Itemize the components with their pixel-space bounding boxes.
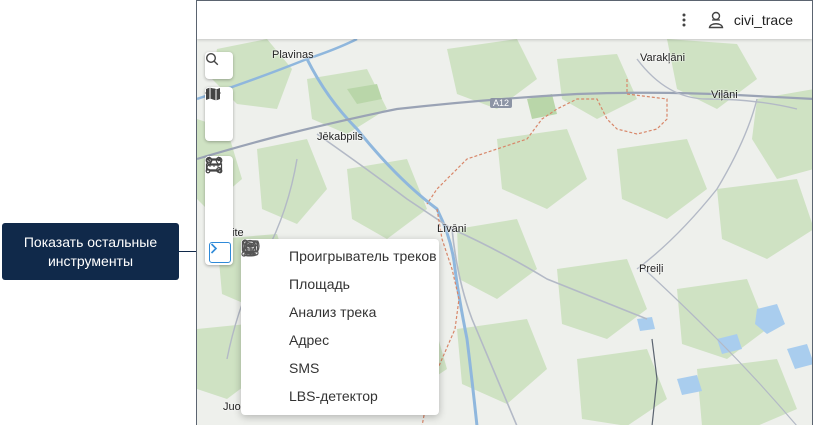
map-view[interactable]: Plavinas Varakļāni Viļāni Jēkabpils Līvā… (197, 39, 812, 425)
map-label-livani: Līvāni (437, 223, 467, 235)
show-more-tools-button[interactable] (209, 242, 231, 263)
app-window: civi_trace Plavinas Varakļāni Viļāni Jēk… (196, 0, 813, 425)
top-bar: civi_trace (197, 1, 812, 39)
map-label-jekabpils: Jēkabpils (317, 131, 363, 143)
sms-icon (241, 240, 271, 378)
menu-item-track-player[interactable]: Проигрыватель треков (241, 240, 439, 270)
menu-item-label: Анализ трека (289, 304, 377, 320)
search-button[interactable] (205, 52, 233, 79)
user-icon[interactable] (706, 10, 726, 30)
route-button[interactable] (205, 157, 233, 210)
menu-item-sms[interactable]: SMS (241, 240, 439, 382)
map-label-preili: Preiļi (639, 263, 664, 275)
menu-item-area[interactable]: Площадь (241, 239, 439, 298)
menu-item-lbs-detector[interactable]: LBS-детектор (241, 240, 439, 410)
search-tool-group (205, 52, 233, 79)
map-layers-button[interactable] (205, 87, 233, 141)
tooltip-callout: Показать остальные инструменты (2, 223, 179, 280)
area-icon (241, 239, 271, 294)
map-label-plavinas: Plavinas (272, 49, 314, 61)
menu-item-label: Проигрыватель треков (289, 248, 437, 264)
map-label-varaklani: Varakļāni (640, 52, 686, 64)
more-tools-menu: Проигрыватель треков Площадь Анализ трек… (241, 239, 439, 415)
username[interactable]: civi_trace (734, 12, 793, 28)
map-label-ite: ite (232, 227, 244, 239)
menu-item-address[interactable]: Адрес (241, 239, 439, 354)
menu-item-label: SMS (289, 360, 320, 376)
callout-text: Показать остальные инструменты (23, 233, 158, 269)
menu-item-label: Адрес (289, 332, 330, 348)
address-pin-icon (243, 239, 271, 350)
road-shield-a12: A12 (490, 98, 513, 108)
map-label-vilani: Viļāni (711, 89, 738, 101)
menu-item-label: LBS-детектор (289, 388, 378, 404)
menu-item-track-analysis[interactable]: Анализ трека (241, 240, 439, 326)
view-tool-group (205, 87, 233, 141)
menu-item-label: Площадь (289, 276, 350, 292)
lbs-detector-icon (242, 240, 271, 406)
points-route-button[interactable] (205, 156, 233, 237)
track-analysis-icon (241, 240, 271, 322)
kebab-menu-icon[interactable] (674, 10, 694, 30)
